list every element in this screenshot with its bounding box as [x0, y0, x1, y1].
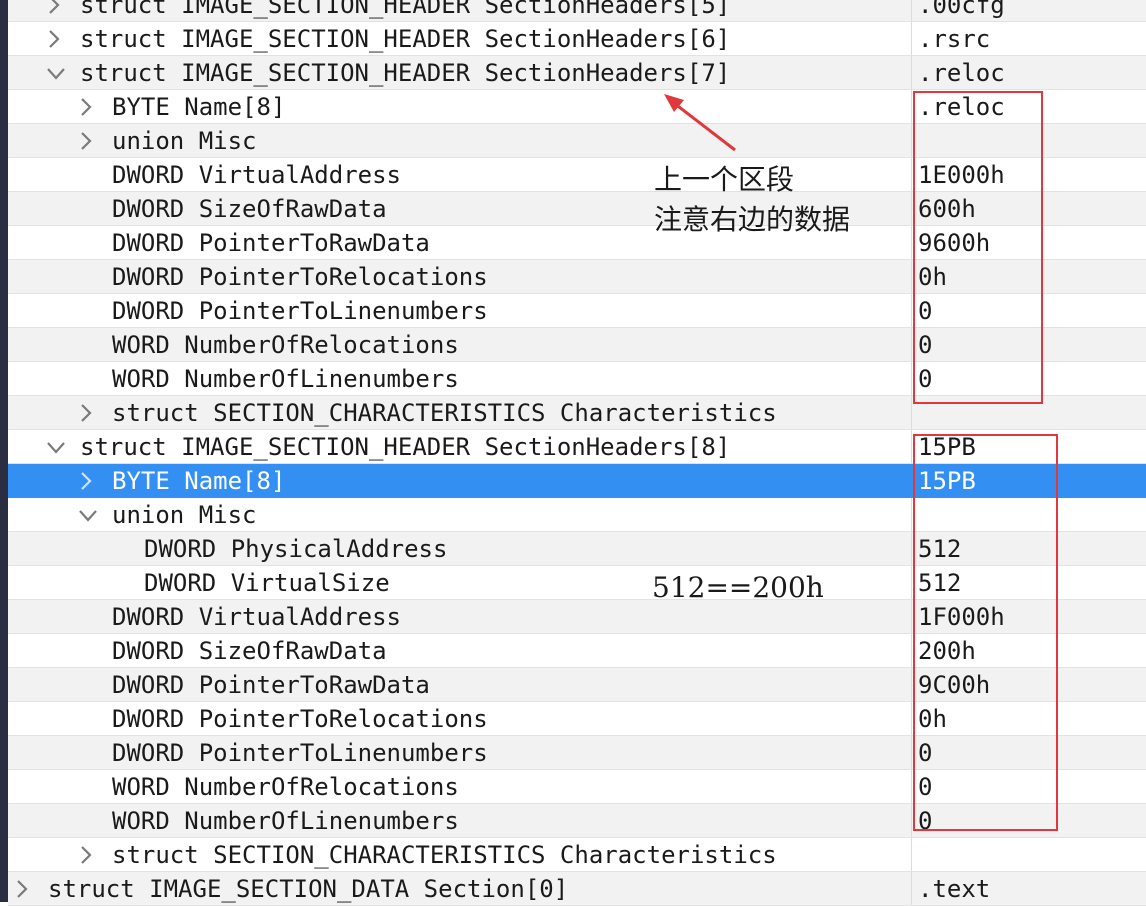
field-name: BYTE Name[8] [112, 467, 286, 495]
column-divider [911, 22, 912, 55]
column-divider [911, 294, 912, 327]
field-name: struct IMAGE_SECTION_HEADER SectionHeade… [80, 59, 731, 87]
field-name: DWORD PointerToRelocations [112, 263, 488, 291]
chevron-right-icon[interactable] [46, 0, 62, 15]
chevron-right-icon[interactable] [46, 29, 62, 49]
column-divider [911, 838, 912, 871]
column-divider [911, 872, 912, 905]
column-divider [911, 362, 912, 395]
column-divider [911, 396, 912, 429]
field-name: WORD NumberOfRelocations [112, 773, 459, 801]
field-name: union Misc [112, 127, 257, 155]
tree-row[interactable]: struct SECTION_CHARACTERISTICS Character… [8, 838, 1146, 872]
column-divider [911, 668, 912, 701]
chevron-right-icon[interactable] [78, 845, 94, 865]
field-name: union Misc [112, 501, 257, 529]
chevron-right-icon[interactable] [78, 97, 94, 117]
column-divider [911, 260, 912, 293]
field-value: .00cfg [918, 0, 1005, 19]
column-divider [911, 430, 912, 463]
annotation-size-equality: 512==200h [652, 571, 824, 604]
field-value: .reloc [918, 59, 1005, 87]
field-name: DWORD SizeOfRawData [112, 637, 387, 665]
column-divider [911, 770, 912, 803]
field-name: DWORD PointerToRawData [112, 671, 430, 699]
column-divider [911, 90, 912, 123]
field-name: DWORD PhysicalAddress [144, 535, 448, 563]
field-name: DWORD PointerToLinenumbers [112, 739, 488, 767]
field-name: WORD NumberOfLinenumbers [112, 365, 459, 393]
field-value: .rsrc [918, 25, 991, 53]
column-divider [911, 158, 912, 191]
column-divider [911, 464, 912, 497]
chevron-right-icon[interactable] [78, 403, 94, 423]
chevron-right-icon[interactable] [78, 471, 94, 491]
field-name: DWORD VirtualSize [144, 569, 390, 597]
column-divider [911, 804, 912, 837]
column-divider [911, 566, 912, 599]
annotation-prev-section: 上一个区段 [654, 163, 795, 196]
column-divider [911, 498, 912, 531]
column-divider [911, 226, 912, 259]
tree-row[interactable]: struct IMAGE_SECTION_HEADER SectionHeade… [8, 22, 1146, 56]
field-name: struct IMAGE_SECTION_HEADER SectionHeade… [80, 433, 731, 461]
chevron-down-icon[interactable] [46, 66, 66, 86]
field-value: .text [918, 875, 991, 903]
column-divider [911, 736, 912, 769]
field-name: DWORD PointerToRawData [112, 229, 430, 257]
tree-row[interactable]: struct IMAGE_SECTION_DATA Section[0] .tex… [8, 872, 1146, 906]
column-divider [911, 192, 912, 225]
column-divider [911, 56, 912, 89]
tree-row[interactable]: struct IMAGE_SECTION_HEADER SectionHeade… [8, 0, 1146, 22]
field-name: DWORD VirtualAddress [112, 161, 401, 189]
left-window-edge [0, 0, 8, 902]
column-divider [911, 124, 912, 157]
annotation-arrow-icon [664, 94, 736, 152]
field-name: WORD NumberOfLinenumbers [112, 807, 459, 835]
highlight-box-section-8-values [913, 434, 1058, 831]
column-divider [911, 532, 912, 565]
field-name: DWORD SizeOfRawData [112, 195, 387, 223]
field-name: DWORD PointerToLinenumbers [112, 297, 488, 325]
chevron-down-icon[interactable] [78, 508, 98, 528]
column-divider [911, 634, 912, 667]
column-divider [911, 702, 912, 735]
field-name: BYTE Name[8] [112, 93, 286, 121]
column-divider [911, 0, 912, 21]
column-divider [911, 600, 912, 633]
field-name: struct IMAGE_SECTION_HEADER SectionHeade… [80, 0, 731, 19]
field-name: struct SECTION_CHARACTERISTICS Character… [112, 399, 777, 427]
tree-row[interactable]: struct IMAGE_SECTION_HEADER SectionHeade… [8, 56, 1146, 90]
column-divider [911, 328, 912, 361]
chevron-right-icon[interactable] [14, 879, 30, 899]
field-name: DWORD VirtualAddress [112, 603, 401, 631]
chevron-down-icon[interactable] [46, 440, 66, 460]
highlight-box-section-7-values [913, 91, 1043, 404]
field-name: DWORD PointerToRelocations [112, 705, 488, 733]
field-name: struct IMAGE_SECTION_HEADER SectionHeade… [80, 25, 731, 53]
field-name: struct IMAGE_SECTION_DATA Section[0] [48, 875, 569, 903]
chevron-right-icon[interactable] [78, 131, 94, 151]
annotation-note-right-data: 注意右边的数据 [654, 203, 851, 236]
field-name: struct SECTION_CHARACTERISTICS Character… [112, 841, 777, 869]
field-name: WORD NumberOfRelocations [112, 331, 459, 359]
